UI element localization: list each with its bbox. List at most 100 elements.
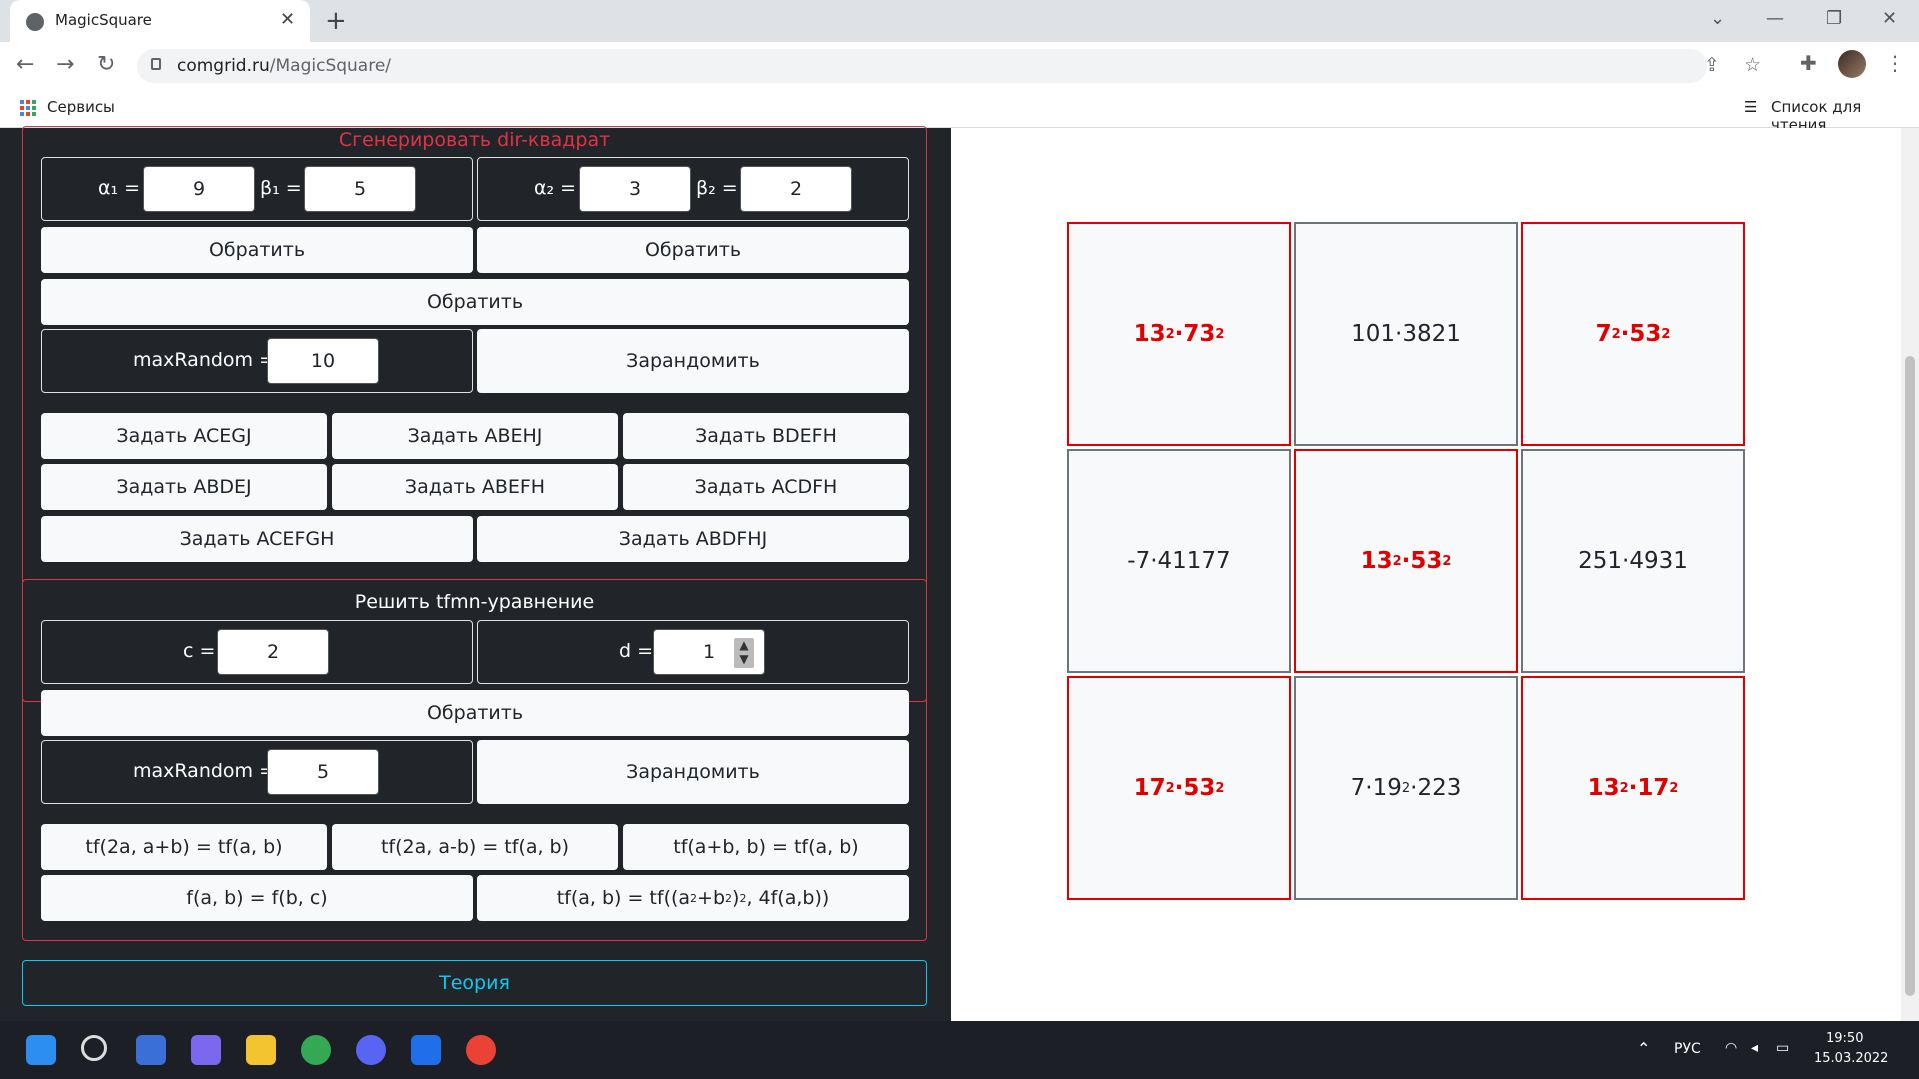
- tfmn-randomize-button[interactable]: Зарандомить: [477, 740, 909, 804]
- forward-button[interactable]: →: [56, 52, 74, 77]
- square-cell-r0c1: 101·3821: [1294, 222, 1518, 446]
- language-indicator[interactable]: РУС: [1674, 1041, 1701, 1057]
- url-text: comgrid.ru/MagicSquare/: [177, 56, 392, 76]
- tfmn-max-random-group: maxRandom = 5: [41, 740, 473, 804]
- max-random-group: maxRandom = 10: [41, 329, 473, 393]
- controls-panel: Сгенерировать dir-квадрат α₁ = 9 β₁ = 5 …: [0, 126, 951, 1021]
- wifi-icon[interactable]: ◠: [1725, 1040, 1737, 1056]
- task-view-icon[interactable]: [136, 1035, 166, 1065]
- tfmn-max-random-label: maxRandom =: [133, 760, 276, 782]
- alpha1-beta1-group: α₁ = 9 β₁ = 5: [41, 157, 473, 221]
- magic-square-panel: 13 2·73 2 101·3821 7 2·53 2 -7·41177 13 2·53 2…: [951, 128, 1901, 1021]
- tray-overflow-icon[interactable]: ⌃: [1637, 1039, 1650, 1058]
- set-abdej-button[interactable]: Задать ABDEJ: [41, 464, 327, 510]
- set-acdfh-button[interactable]: Задать ACDFH: [623, 464, 909, 510]
- page-viewport: Сгенерировать dir-квадрат α₁ = 9 β₁ = 5 …: [0, 126, 1919, 1021]
- theory-button[interactable]: Теория: [22, 960, 927, 1006]
- square-cell-r1c2: 251·4931: [1521, 449, 1745, 673]
- tfmn-section: Решить tfmn-уравнение c = 2 d = 1 ▲ ▼ Обр…: [22, 579, 927, 941]
- back-button[interactable]: ←: [16, 52, 34, 77]
- minimize-button[interactable]: —: [1766, 8, 1784, 29]
- page-scrollbar[interactable]: [1901, 128, 1919, 1021]
- square-cell-r0c2: 7 2·53 2: [1521, 222, 1745, 446]
- lock-icon[interactable]: [151, 58, 161, 70]
- apps-grid-icon[interactable]: [20, 100, 36, 116]
- c-label: c =: [183, 640, 216, 662]
- beta2-label: β₂ =: [696, 177, 738, 199]
- set-abehj-button[interactable]: Задать ABEHJ: [332, 413, 618, 459]
- alpha2-input[interactable]: 3: [579, 166, 691, 212]
- close-tab-icon[interactable]: ✕: [280, 9, 295, 30]
- share-icon[interactable]: ⇪: [1704, 54, 1720, 76]
- chrome-icon[interactable]: [301, 1035, 331, 1065]
- set-acegj-button[interactable]: Задать ACEGJ: [41, 413, 327, 459]
- restore-button[interactable]: ❐: [1826, 8, 1842, 29]
- new-tab-button[interactable]: +: [325, 6, 347, 36]
- set-abdfhj-button[interactable]: Задать ABDFHJ: [477, 516, 909, 562]
- chrome-profile-icon[interactable]: [466, 1035, 496, 1065]
- address-toolbar: ← → ↻ comgrid.ru/MagicSquare/ ⇪ ☆ ✚ ⋮: [0, 42, 1919, 88]
- set-acefgh-button[interactable]: Задать ACEFGH: [41, 516, 473, 562]
- spinner-arrows-icon[interactable]: ▲ ▼: [734, 638, 754, 668]
- set-bdefh-button[interactable]: Задать BDEFH: [623, 413, 909, 459]
- d-label: d =: [619, 640, 654, 662]
- beta1-label: β₁ =: [260, 177, 302, 199]
- tab-title: MagicSquare: [55, 11, 152, 29]
- square-cell-r2c1: 7·19 2·223: [1294, 676, 1518, 900]
- close-window-button[interactable]: ✕: [1882, 8, 1897, 29]
- battery-icon[interactable]: ▭: [1776, 1040, 1789, 1056]
- clock-date[interactable]: 15.03.2022: [1814, 1051, 1888, 1066]
- c-group: c = 2: [41, 620, 473, 684]
- alpha2-beta2-group: α₂ = 3 β₂ = 2: [477, 157, 909, 221]
- tab-search-icon[interactable]: ⌄: [1710, 8, 1725, 29]
- max-random-input[interactable]: 10: [267, 338, 379, 384]
- teams-chat-icon[interactable]: [191, 1035, 221, 1065]
- set-abefh-button[interactable]: Задать ABEFH: [332, 464, 618, 510]
- formula-3-button[interactable]: tf(a+b, b) = tf(a, b): [623, 824, 909, 870]
- clock-time[interactable]: 19:50: [1826, 1031, 1863, 1046]
- webstorm-icon[interactable]: [411, 1035, 441, 1065]
- square-cell-r0c0: 13 2·73 2: [1067, 222, 1291, 446]
- menu-icon[interactable]: ⋮: [1885, 51, 1905, 75]
- address-bar[interactable]: comgrid.ru/MagicSquare/ ⇪ ☆: [137, 49, 1761, 83]
- bookmarks-bar: Сервисы ☰ Список для чтения: [0, 88, 1919, 134]
- alpha1-input[interactable]: 9: [143, 166, 255, 212]
- tfmn-max-random-input[interactable]: 5: [267, 749, 379, 795]
- volume-icon[interactable]: ◂: [1751, 1040, 1758, 1056]
- randomize-button[interactable]: Зарандомить: [477, 329, 909, 393]
- square-cell-r2c0: 17 2·53 2: [1067, 676, 1291, 900]
- beta2-input[interactable]: 2: [740, 166, 852, 212]
- reading-list-icon[interactable]: ☰: [1744, 98, 1757, 116]
- bookmark-apps[interactable]: Сервисы: [47, 98, 115, 116]
- tab-strip: MagicSquare ✕ + ⌄ — ❐ ✕: [0, 0, 1919, 42]
- search-icon[interactable]: [81, 1035, 107, 1061]
- tfmn-invert-button[interactable]: Обратить: [41, 690, 909, 736]
- formula-1-button[interactable]: tf(2a, a+b) = tf(a, b): [41, 824, 327, 870]
- invert-left-button[interactable]: Обратить: [41, 227, 473, 273]
- profile-avatar[interactable]: [1838, 50, 1866, 78]
- discord-icon[interactable]: [356, 1035, 386, 1065]
- globe-icon: [26, 13, 44, 31]
- square-cell-r2c2: 13 2·17 2: [1521, 676, 1745, 900]
- square-cell-r1c1: 13 2·53 2: [1294, 449, 1518, 673]
- max-random-label: maxRandom =: [133, 349, 276, 371]
- tab-magicsquare[interactable]: MagicSquare ✕: [10, 0, 310, 42]
- bookmark-star-icon[interactable]: ☆: [1744, 54, 1761, 76]
- scrollbar-thumb[interactable]: [1905, 356, 1915, 996]
- formula-2-button[interactable]: tf(2a, a-b) = tf(a, b): [332, 824, 618, 870]
- windows-start-icon[interactable]: [26, 1035, 56, 1065]
- alpha1-label: α₁ =: [98, 177, 141, 199]
- file-explorer-icon[interactable]: [246, 1035, 276, 1065]
- d-input[interactable]: 1 ▲ ▼: [653, 629, 765, 675]
- tfmn-section-title: Решить tfmn-уравнение: [354, 591, 595, 613]
- extensions-icon[interactable]: ✚: [1800, 51, 1817, 75]
- formula-5-button[interactable]: tf(a, b) = tf((a 2 +b 2) 2, 4f(a,b)): [477, 875, 909, 921]
- c-input[interactable]: 2: [217, 629, 329, 675]
- d-value: 1: [702, 641, 716, 663]
- reload-button[interactable]: ↻: [97, 52, 115, 77]
- d-group: d = 1 ▲ ▼: [477, 620, 909, 684]
- invert-full-button[interactable]: Обратить: [41, 279, 909, 325]
- formula-4-button[interactable]: f(a, b) = f(b, c): [41, 875, 473, 921]
- beta1-input[interactable]: 5: [304, 166, 416, 212]
- invert-right-button[interactable]: Обратить: [477, 227, 909, 273]
